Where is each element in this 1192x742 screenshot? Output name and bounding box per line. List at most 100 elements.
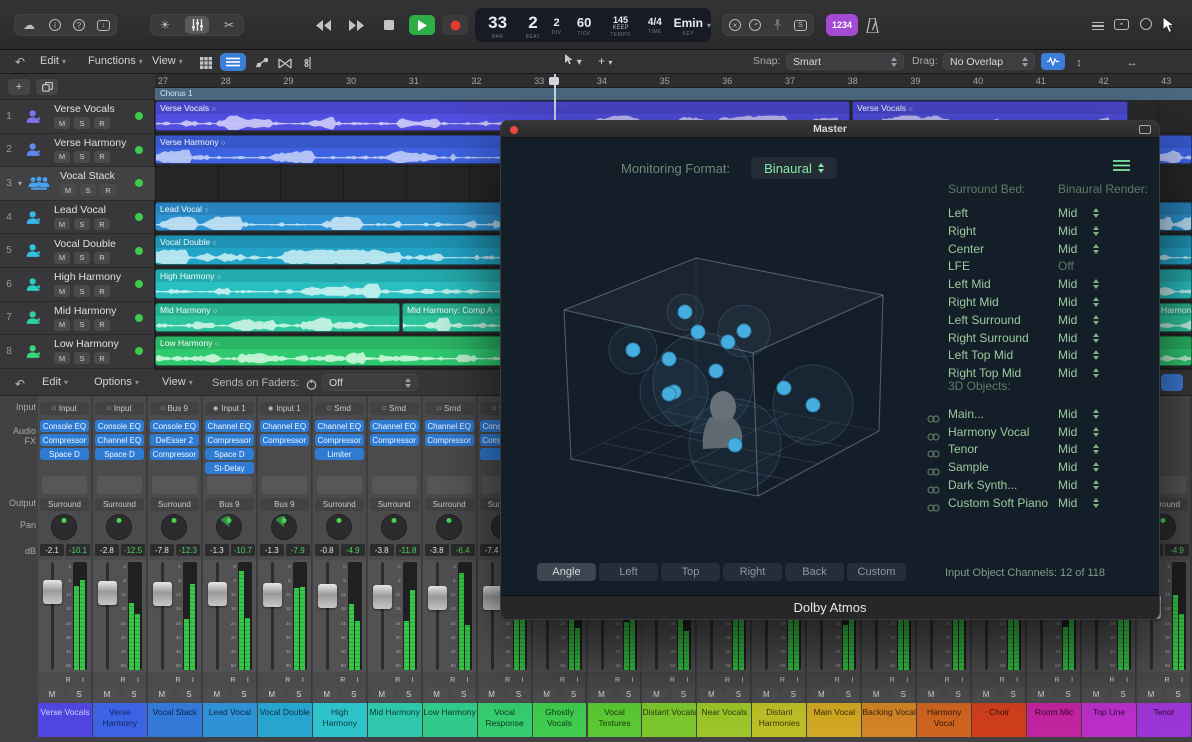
m-button[interactable]: M <box>60 184 76 196</box>
r-button[interactable]: R <box>94 285 110 297</box>
window-titlebar[interactable]: Master <box>501 121 1159 138</box>
mixer-menu-edit[interactable]: Edit ▾ <box>42 376 68 388</box>
channel-name-label[interactable]: Low Harmony <box>423 703 477 737</box>
mixer-view-icon[interactable] <box>1161 374 1183 391</box>
record-button[interactable]: R <box>941 675 953 685</box>
audio-fx-plugin-button[interactable]: Channel EQ <box>260 420 309 432</box>
render-stepper[interactable] <box>1093 244 1099 254</box>
channel-name-label[interactable]: Distant Vocals <box>642 703 696 737</box>
solo-button[interactable]: S <box>453 688 475 701</box>
m-button[interactable]: M <box>54 352 70 364</box>
record-button[interactable]: R <box>117 675 129 685</box>
input-monitor-button[interactable]: I <box>1176 675 1188 685</box>
input-monitor-button[interactable]: I <box>352 675 364 685</box>
fader-handle[interactable] <box>153 582 172 606</box>
mute-button[interactable]: M <box>700 688 722 701</box>
close-icon[interactable] <box>510 126 518 134</box>
audio-fx-plugin-button[interactable]: Console EQ <box>150 420 199 432</box>
mute-button[interactable]: M <box>1030 688 1052 701</box>
audio-fx-plugin-button[interactable]: Console EQ <box>40 420 89 432</box>
command-tool-menu[interactable]: + ▾ <box>598 54 612 68</box>
solo-button[interactable]: S <box>68 688 90 701</box>
input-monitor-button[interactable]: I <box>1066 675 1078 685</box>
record-button[interactable]: R <box>996 675 1008 685</box>
track-header[interactable]: 1Verse VocalsMSR <box>0 100 155 134</box>
render-stepper[interactable] <box>1093 350 1099 360</box>
snap-dropdown[interactable]: Smart <box>786 53 904 70</box>
mic-icon[interactable] <box>770 17 786 33</box>
fast-forward-button[interactable] <box>343 15 369 35</box>
audio-object-dot[interactable] <box>737 324 751 338</box>
audio-fx-plugin-button[interactable]: Space D <box>40 448 89 460</box>
solo-button[interactable]: S <box>892 688 914 701</box>
s-button[interactable]: S <box>74 352 90 364</box>
output-slot-button[interactable]: Surround <box>95 498 144 511</box>
info-icon[interactable]: i <box>49 19 61 31</box>
loop-browser-icon[interactable] <box>1140 18 1152 30</box>
audio-fx-plugin-button[interactable]: St-Delay <box>205 462 254 474</box>
input-monitor-button[interactable]: I <box>517 675 529 685</box>
mute-button[interactable]: M <box>591 688 613 701</box>
s-button[interactable]: S <box>74 252 90 264</box>
solo-button[interactable]: S <box>1002 688 1024 701</box>
input-monitor-button[interactable]: I <box>77 675 89 685</box>
fader-handle[interactable] <box>98 581 117 605</box>
channel-name-label[interactable]: Vocal Double <box>258 703 312 737</box>
track-header[interactable]: 8Low HarmonyMSR <box>0 335 155 369</box>
channel-strip[interactable]: ◉Input 1Channel EQCompressorBus 9-1.3-7.… <box>258 396 312 703</box>
input-monitor-button[interactable]: I <box>627 675 639 685</box>
input-slot-button[interactable]: □Srnd <box>370 402 419 415</box>
input-monitor-button[interactable]: I <box>846 675 858 685</box>
solo-icon[interactable]: S <box>794 20 807 31</box>
channel-strip[interactable]: □Bus 9Console EQDeEsser 2CompressorSurro… <box>148 396 202 703</box>
record-button[interactable]: R <box>227 675 239 685</box>
mixer-menu-view[interactable]: View ▾ <box>162 376 193 388</box>
channel-list-icon[interactable] <box>1113 159 1130 177</box>
metronome-icon[interactable] <box>864 17 880 33</box>
input-monitor-button[interactable]: I <box>242 675 254 685</box>
send-slot[interactable] <box>427 476 472 494</box>
view-button-angle[interactable]: Angle <box>537 563 596 581</box>
record-enable-dot[interactable] <box>135 112 143 120</box>
mute-button[interactable]: M <box>920 688 942 701</box>
play-button[interactable] <box>409 15 435 35</box>
record-button[interactable]: R <box>172 675 184 685</box>
fader-handle[interactable] <box>483 586 502 610</box>
mute-button[interactable]: M <box>316 688 338 701</box>
pointer-tool-menu[interactable]: ▾ <box>565 54 582 68</box>
solo-button[interactable]: S <box>233 688 255 701</box>
m-button[interactable]: M <box>54 252 70 264</box>
solo-button[interactable]: S <box>1167 688 1189 701</box>
channel-strip[interactable]: ◉Input 1Channel EQCompressorSpace DSt-De… <box>203 396 257 703</box>
audio-object-dot[interactable] <box>721 335 735 349</box>
audio-object-dot[interactable] <box>709 364 723 378</box>
view-button-top[interactable]: Top <box>661 563 720 581</box>
input-monitor-button[interactable]: I <box>462 675 474 685</box>
playhead-handle[interactable] <box>549 77 559 85</box>
solo-button[interactable]: S <box>727 688 749 701</box>
solo-button[interactable]: S <box>123 688 145 701</box>
record-button[interactable]: R <box>1051 675 1063 685</box>
r-button[interactable]: R <box>94 151 110 163</box>
lcd-display[interactable]: 33BAR 2BEAT 2DIV 60TICK 145KEEPTEMPO 4/4… <box>475 8 711 42</box>
record-enable-dot[interactable] <box>135 280 143 288</box>
solo-button[interactable]: S <box>947 688 969 701</box>
atmos-plugin-window[interactable]: Master Monitoring Format: Binaural Surro… <box>500 120 1160 620</box>
inspector-icon[interactable]: ↓ <box>97 20 110 31</box>
audio-fx-plugin-button[interactable]: Compressor <box>150 448 199 460</box>
record-button[interactable]: R <box>666 675 678 685</box>
record-button[interactable]: R <box>557 675 569 685</box>
input-monitor-button[interactable]: I <box>1121 675 1133 685</box>
s-button[interactable]: S <box>74 319 90 331</box>
pan-knob[interactable] <box>271 514 297 540</box>
record-button[interactable]: R <box>1106 675 1118 685</box>
mute-button[interactable]: M <box>261 688 283 701</box>
monitoring-format-dropdown[interactable]: Binaural <box>751 157 837 179</box>
link-window-icon[interactable] <box>1139 125 1151 134</box>
track-header[interactable]: 7Mid HarmonyMSR <box>0 302 155 336</box>
audio-fx-plugin-button[interactable]: Console EQ <box>95 420 144 432</box>
brightness-icon[interactable]: ☀ <box>157 17 173 33</box>
output-slot-button[interactable]: Surround <box>370 498 419 511</box>
lcd-chevron-icon[interactable]: ▾ <box>707 21 711 30</box>
send-slot[interactable] <box>207 476 252 494</box>
